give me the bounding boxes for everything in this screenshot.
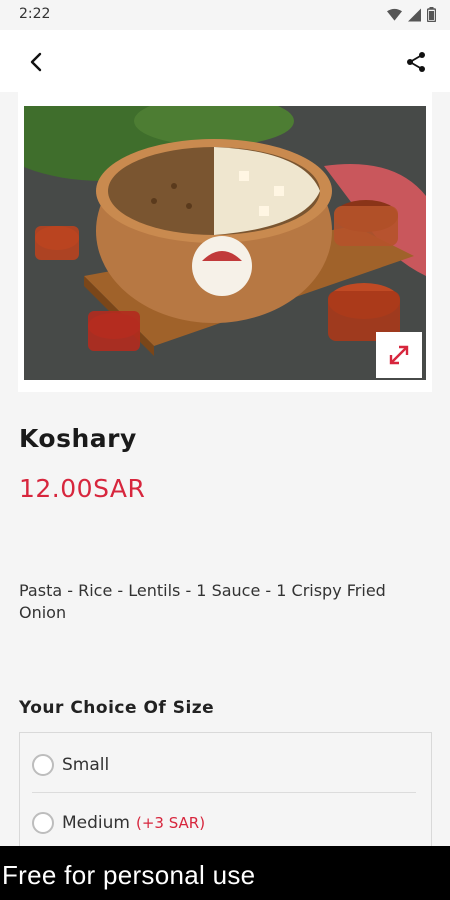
back-arrow-icon	[30, 52, 42, 72]
expand-image-button[interactable]	[376, 332, 422, 378]
back-button[interactable]	[18, 44, 54, 80]
product-image	[24, 106, 426, 380]
status-bar: 2:22	[0, 0, 450, 30]
signal-icon	[408, 8, 421, 21]
product-description: Pasta - Rice - Lentils - 1 Sauce - 1 Cri…	[19, 581, 386, 622]
option-label: Small	[62, 754, 110, 775]
option-extra-price: (+3 SAR)	[135, 814, 206, 832]
expand-icon	[389, 345, 409, 365]
watermark-text: Free for personal use	[2, 860, 256, 890]
radio-button[interactable]	[32, 753, 54, 776]
watermark-bar: Free for personal use	[0, 846, 450, 900]
radio-button[interactable]	[32, 812, 54, 834]
size-option-medium[interactable]: Medium (+3 SAR)	[32, 795, 416, 851]
product-image-card	[18, 92, 432, 392]
product-name: Koshary	[19, 424, 137, 453]
share-button[interactable]	[398, 44, 434, 80]
size-section-heading: Your Choice Of Size	[19, 698, 215, 718]
size-option-small[interactable]: Small	[32, 737, 416, 793]
option-label: Medium	[62, 813, 130, 833]
app-bar	[0, 30, 450, 92]
share-icon	[407, 52, 425, 72]
product-price: 12.00SAR	[19, 474, 146, 503]
battery-icon	[427, 7, 436, 22]
koshary-illustration	[24, 106, 426, 380]
status-time: 2:22	[19, 6, 51, 22]
status-icons	[387, 7, 436, 22]
wifi-icon	[387, 8, 402, 21]
